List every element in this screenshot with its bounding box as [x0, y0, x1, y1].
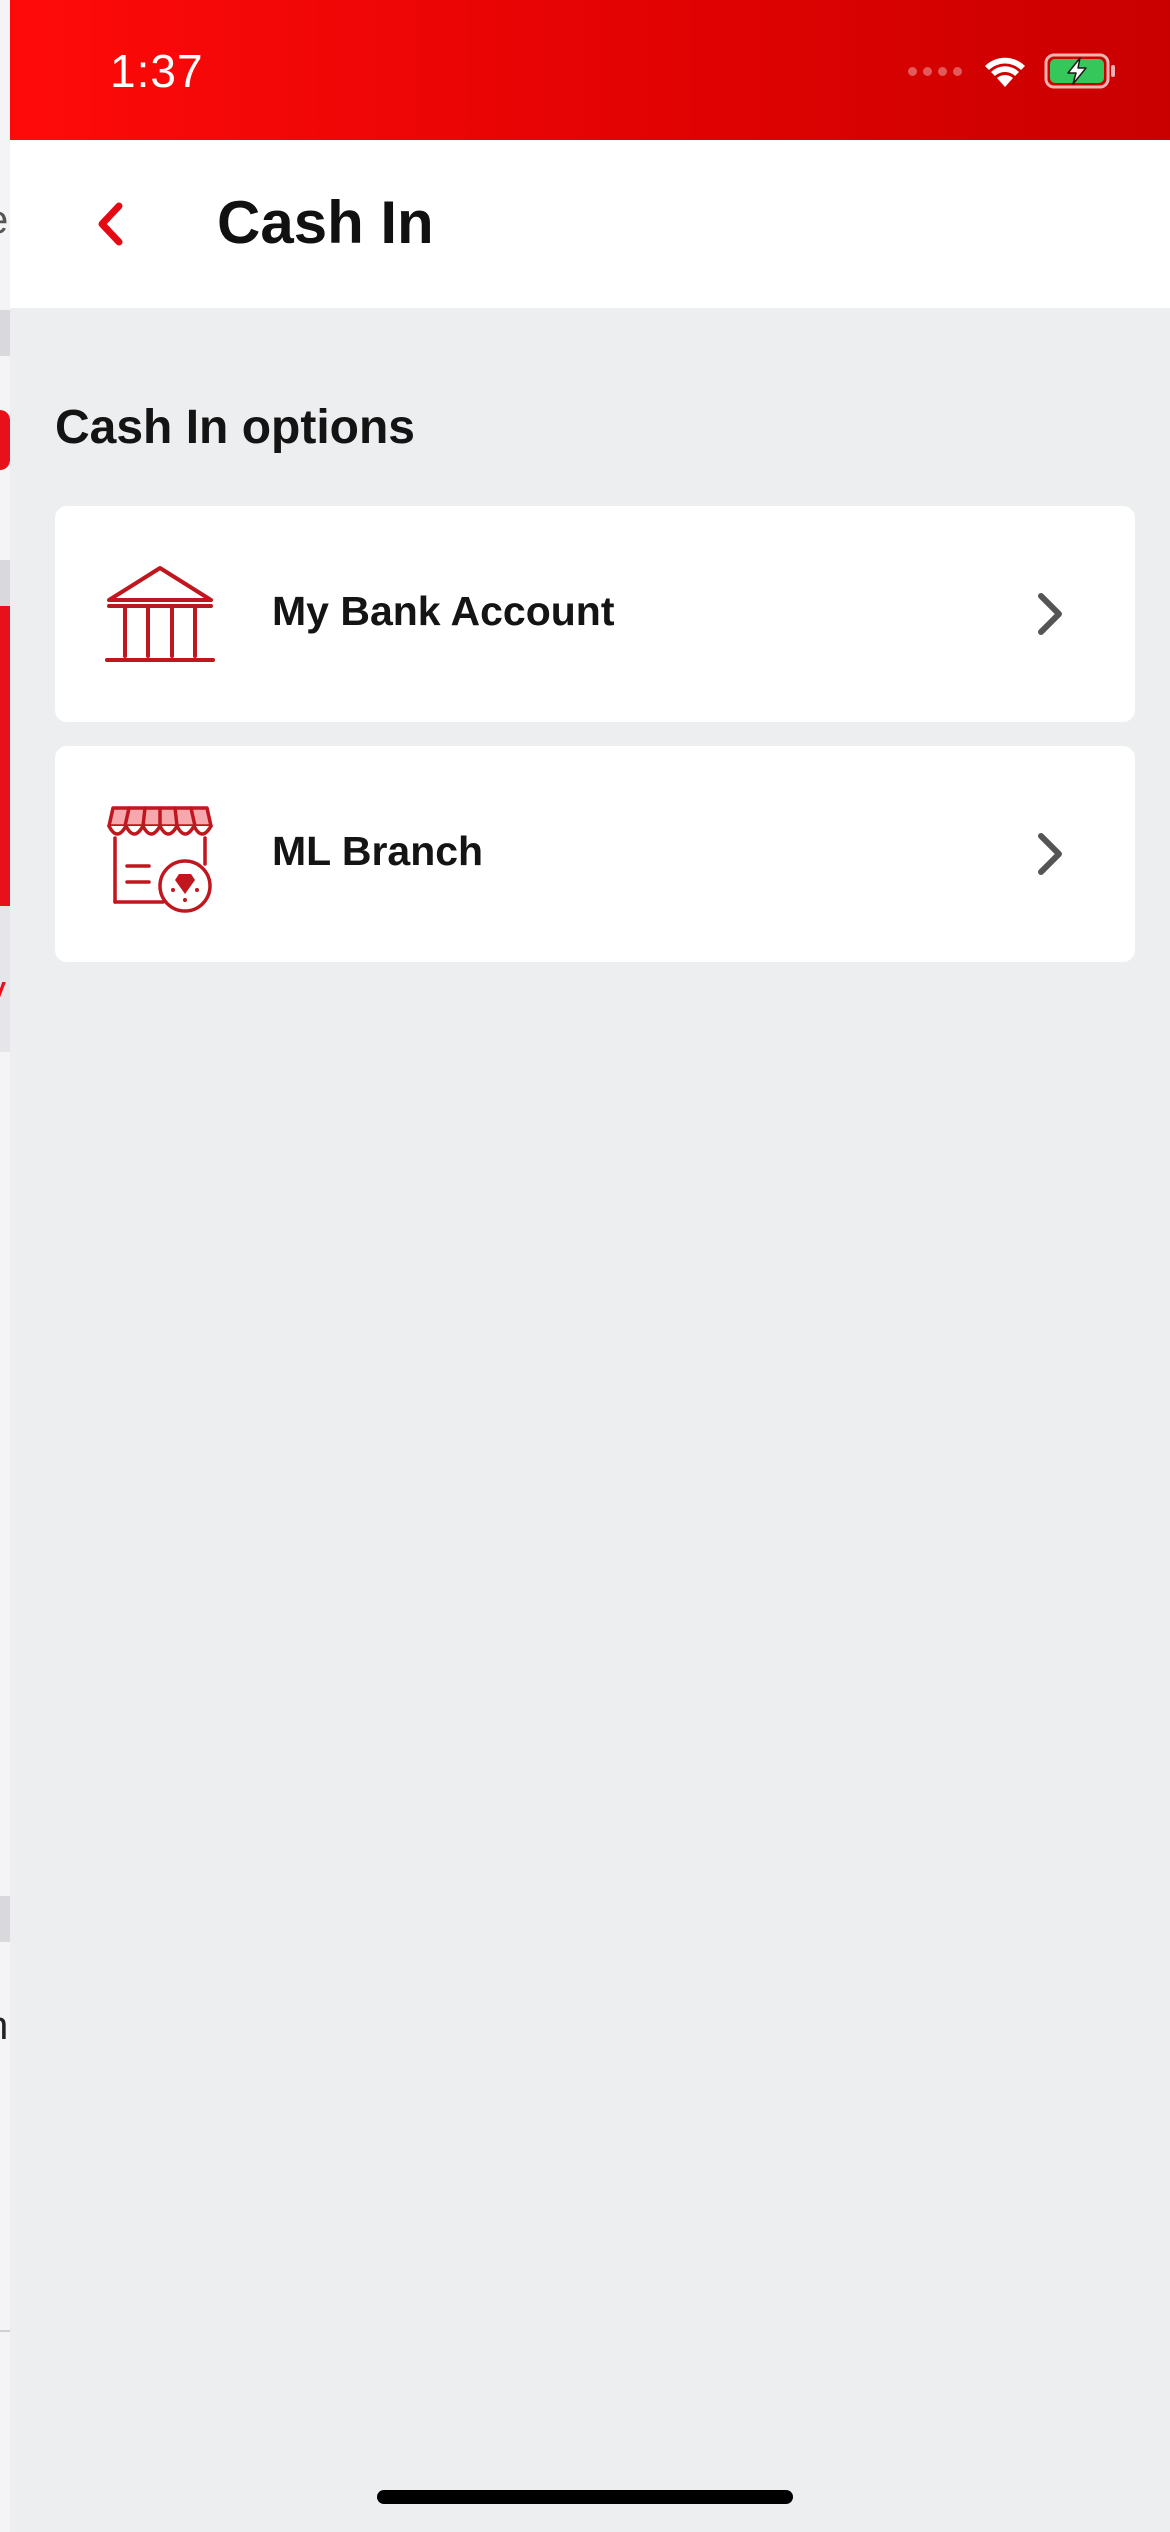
status-icons [908, 52, 1118, 90]
option-label: ML Branch [272, 828, 484, 874]
navigation-bar: Cash In [10, 140, 1170, 308]
cash-in-screen: 1:37 Cash In Cash In options My Bank Acc… [10, 0, 1170, 2532]
option-my-bank-account[interactable]: My Bank Account [55, 506, 1135, 722]
background-red-banner [0, 606, 10, 906]
chevron-left-icon [98, 202, 123, 246]
bank-icon [105, 566, 215, 662]
chevron-right-icon [1038, 593, 1062, 635]
home-indicator[interactable] [377, 2490, 793, 2504]
cellular-signal-icon [908, 66, 962, 76]
background-red-shape [0, 410, 10, 470]
background-text-fragment: e [0, 200, 8, 240]
wifi-icon [985, 57, 1025, 87]
option-ml-branch[interactable]: ML Branch [55, 746, 1135, 962]
background-divider [0, 310, 10, 356]
background-text-fragment: y [0, 970, 6, 1010]
status-bar: 1:37 [10, 0, 1170, 140]
page-title: Cash In [217, 189, 434, 256]
back-button[interactable] [70, 184, 150, 264]
section-title: Cash In options [55, 401, 415, 454]
store-icon [107, 806, 213, 913]
background-text-fragment: n [0, 2006, 8, 2046]
chevron-right-icon [1038, 833, 1062, 875]
background-divider [0, 560, 10, 606]
status-time: 1:37 [110, 45, 204, 97]
battery-charging-icon [1044, 53, 1115, 89]
background-line [0, 2330, 10, 2332]
background-divider [0, 1896, 10, 1942]
option-label: My Bank Account [272, 588, 615, 634]
background-screen-edge: e y n [0, 0, 10, 2532]
